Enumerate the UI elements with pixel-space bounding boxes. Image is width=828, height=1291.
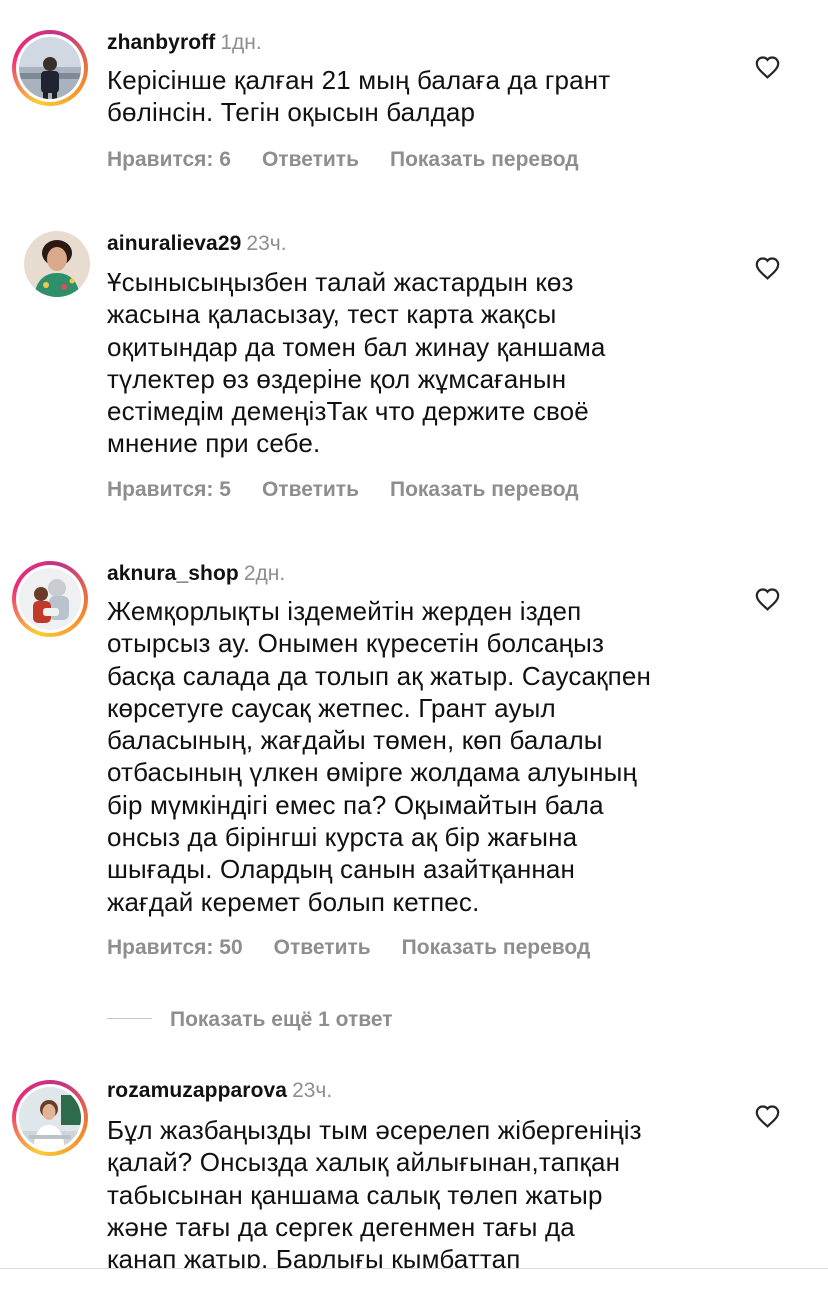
translate-button[interactable]: Показать перевод xyxy=(390,477,579,503)
comments-screen: zhanbyroff 1дн. Керісінше қалған 21 мың б… xyxy=(0,0,828,1291)
username[interactable]: rozamuzapparova xyxy=(107,1079,287,1102)
username[interactable]: aknura_shop xyxy=(107,562,239,585)
heart-outline-icon[interactable] xyxy=(754,587,781,611)
comment-text: Ұсынысыңызбен талай жастардын көз жасына… xyxy=(107,267,606,459)
heart-outline-icon[interactable] xyxy=(754,1104,781,1128)
comment-text: Жемқорлықты іздемейтін жерден іздеп отыр… xyxy=(107,596,651,917)
comment-text: Керісінше қалған 21 мың балаға да грант … xyxy=(107,65,611,128)
translate-button[interactable]: Показать перевод xyxy=(402,935,591,961)
username[interactable]: ainuralieva29 xyxy=(107,232,241,255)
timestamp: 2дн. xyxy=(243,562,286,585)
username[interactable]: zhanbyroff xyxy=(107,31,215,54)
timestamp: 23ч. xyxy=(246,232,287,255)
likes-count[interactable]: Нравится: 6 xyxy=(107,147,231,173)
avatar[interactable] xyxy=(12,30,88,106)
view-more-replies-button[interactable]: Показать ещё 1 ответ xyxy=(107,1007,393,1033)
avatar-photo xyxy=(19,1087,81,1149)
avatar[interactable] xyxy=(12,561,88,637)
timestamp: 23ч. xyxy=(292,1079,333,1102)
heart-outline-icon[interactable] xyxy=(754,55,781,79)
comment-text: Бұл жазбаңызды тым әсерелеп жібергеніңіз… xyxy=(107,1115,642,1275)
reply-button[interactable]: Ответить xyxy=(262,477,359,503)
heart-outline-icon[interactable] xyxy=(754,256,781,280)
likes-count[interactable]: Нравится: 5 xyxy=(107,477,231,503)
avatar-photo xyxy=(19,37,81,99)
view-more-replies-label: Показать ещё 1 ответ xyxy=(170,1008,393,1031)
timestamp: 1дн. xyxy=(220,31,262,54)
reply-button[interactable]: Ответить xyxy=(262,147,359,173)
bottom-divider xyxy=(0,1268,828,1291)
avatar-photo xyxy=(19,568,81,630)
reply-button[interactable]: Ответить xyxy=(274,935,371,961)
avatar-photo xyxy=(24,231,90,297)
replies-divider-line xyxy=(107,1017,152,1019)
avatar[interactable] xyxy=(24,231,90,297)
likes-count[interactable]: Нравится: 50 xyxy=(107,935,243,961)
translate-button[interactable]: Показать перевод xyxy=(390,147,579,173)
avatar[interactable] xyxy=(12,1080,88,1156)
